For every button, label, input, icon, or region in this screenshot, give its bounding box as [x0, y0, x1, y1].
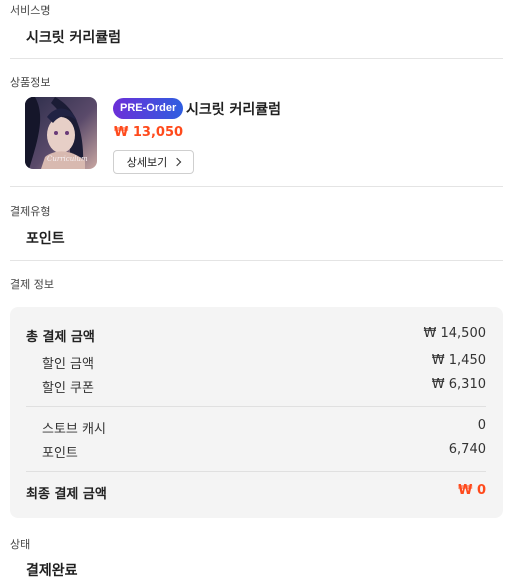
- divider: [10, 58, 503, 59]
- product-thumbnail[interactable]: Curriculum: [25, 97, 97, 169]
- divider: [10, 186, 503, 187]
- final-amount-value: ₩ 0: [458, 483, 486, 498]
- inner-divider: [26, 471, 486, 472]
- coupon-label: 할인 쿠폰: [42, 381, 94, 396]
- product-label: 상품정보: [10, 76, 51, 89]
- divider: [10, 260, 503, 261]
- product-title: 시크릿 커리큘럼: [186, 102, 282, 118]
- payment-type-label: 결제유형: [10, 205, 51, 218]
- status-value: 결제완료: [26, 563, 78, 579]
- total-amount-label: 총 결제 금액: [26, 330, 95, 345]
- service-name: 시크릿 커리큘럼: [26, 30, 122, 46]
- detail-button-label: 상세보기: [126, 156, 168, 169]
- points-value: 6,740: [448, 442, 486, 457]
- service-label: 서비스명: [10, 4, 51, 17]
- discount-label: 할인 금액: [42, 357, 94, 372]
- payment-type-value: 포인트: [26, 231, 65, 247]
- stove-cash-label: 스토브 캐시: [42, 422, 106, 437]
- preorder-badge: PRE-Order: [113, 98, 184, 119]
- final-amount-label: 최종 결제 금액: [26, 487, 107, 502]
- total-amount-value: ₩ 14,500: [423, 326, 486, 341]
- chevron-right-icon: [172, 157, 182, 167]
- payment-summary-box: 총 결제 금액 ₩ 14,500 할인 금액 ₩ 1,450 할인 쿠폰 ₩ 6…: [10, 307, 503, 518]
- product-price: ₩ 13,050: [114, 125, 184, 140]
- payment-info-label: 결제 정보: [10, 278, 54, 291]
- inner-divider: [26, 406, 486, 407]
- points-label: 포인트: [42, 446, 78, 461]
- stove-cash-value: 0: [477, 418, 486, 433]
- status-label: 상태: [10, 538, 31, 551]
- thumb-caption: Curriculum: [47, 155, 88, 163]
- discount-value: ₩ 1,450: [431, 353, 486, 368]
- coupon-value: ₩ 6,310: [431, 377, 486, 392]
- detail-button[interactable]: 상세보기: [113, 150, 194, 174]
